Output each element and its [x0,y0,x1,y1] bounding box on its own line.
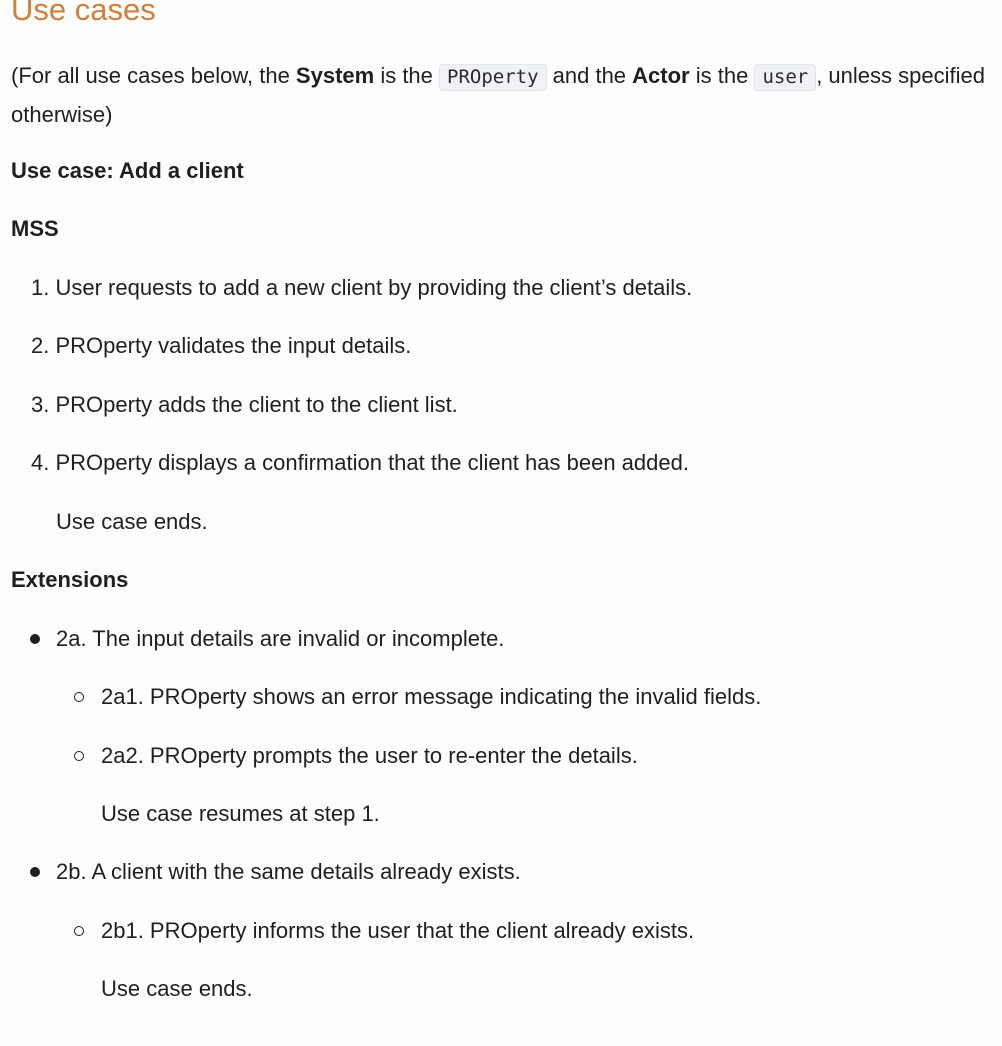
extension-item: 2a. The input details are invalid or inc… [56,626,505,651]
mss-step: 1. User requests to add a new client by … [31,273,692,303]
mss-step-text: User requests to add a new client by pro… [55,275,693,300]
mss-end: Use case ends. [56,509,208,534]
mss-step: 3. PROperty adds the client to the clien… [31,390,458,420]
mss-step-text: PROperty adds the client to the client l… [55,392,458,417]
mss-step-number: 1. [31,275,50,300]
bullet-icon [30,634,40,644]
extension-sub-item: 2a2. PROperty prompts the user to re-ent… [101,743,638,768]
mss-title: MSS [11,216,59,241]
mss-step-number: 2. [31,333,50,358]
bullet-icon [30,867,40,877]
use-case-title: Use case: Add a client [11,158,244,183]
intro-mid2: and the [546,63,633,88]
extension-end: Use case ends. [101,976,253,1001]
extension-sub-item: 2a1. PROperty shows an error message ind… [101,684,762,709]
extensions-title: Extensions [11,567,129,592]
circle-bullet-icon [74,751,84,761]
extension-item: 2b. A client with the same details alrea… [56,859,521,884]
system-code: PROperty [439,64,547,91]
intro-mid1: is the [374,63,440,88]
document-page: Use cases (For all use cases below, the … [0,0,1002,1046]
intro-mid3: is the [689,63,755,88]
mss-step: 2. PROperty validates the input details. [31,331,411,361]
mss-step-number: 3. [31,392,50,417]
extension-sub-item: 2b1. PROperty informs the user that the … [101,918,695,943]
intro-prefix: (For all use cases below, the [11,63,296,88]
mss-step: 4. PROperty displays a confirmation that… [31,448,689,478]
circle-bullet-icon [74,926,84,936]
extension-end: Use case resumes at step 1. [101,801,380,826]
circle-bullet-icon [74,692,84,702]
mss-step-text: PROperty validates the input details. [55,333,412,358]
intro-paragraph: (For all use cases below, the System is … [11,57,986,133]
page-title: Use cases [11,0,156,27]
mss-step-text: PROperty displays a confirmation that th… [55,450,689,475]
actor-label: Actor [632,63,690,88]
mss-step-number: 4. [31,450,50,475]
actor-code: user [754,64,817,91]
system-label: System [295,63,375,88]
